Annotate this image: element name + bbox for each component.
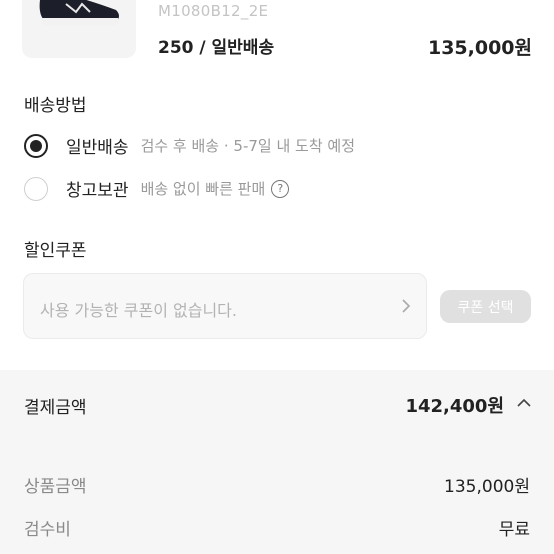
delivery-option-label: 창고보관: [66, 181, 129, 201]
product-price: 135,000원: [427, 37, 532, 59]
chevron-up-icon[interactable]: [516, 396, 532, 410]
delivery-title: 배송방법: [24, 96, 87, 116]
product-model: M1080B12_2E: [158, 2, 269, 20]
product-option: 250 / 일반배송: [158, 38, 275, 58]
product-image: [22, 0, 136, 58]
payment-title: 결제금액: [24, 398, 87, 418]
payment-total[interactable]: 142,400원: [405, 392, 504, 418]
chevron-right-icon: [402, 299, 411, 313]
sneaker-icon: [39, 0, 119, 26]
delivery-option-label: 일반배송: [66, 138, 129, 158]
summary-row-label: 상품금액: [24, 477, 87, 497]
coupon-title: 할인쿠폰: [24, 241, 87, 261]
coupon-select-button[interactable]: 쿠폰 선택: [440, 290, 531, 323]
coupon-placeholder: 사용 가능한 쿠폰이 없습니다.: [40, 301, 237, 320]
delivery-option-standard[interactable]: 일반배송 검수 후 배송 · 5-7일 내 도착 예정: [24, 133, 355, 158]
summary-row-value: 무료: [498, 520, 530, 540]
radio-selected-icon[interactable]: [24, 133, 48, 158]
delivery-option-desc: 배송 없이 빠른 판매: [140, 180, 266, 198]
payment-summary: 결제금액 142,400원 상품금액 135,000원 검수비 무료: [0, 370, 554, 554]
summary-row-value: 135,000원: [444, 477, 530, 497]
radio-unselected-icon[interactable]: [24, 176, 48, 201]
delivery-option-desc: 검수 후 배송 · 5-7일 내 도착 예정: [140, 137, 356, 155]
coupon-select-field[interactable]: 사용 가능한 쿠폰이 없습니다.: [23, 273, 427, 339]
delivery-option-storage[interactable]: 창고보관 배송 없이 빠른 판매 ?: [24, 176, 290, 201]
help-icon[interactable]: ?: [271, 179, 290, 198]
summary-row-label: 검수비: [24, 520, 71, 540]
